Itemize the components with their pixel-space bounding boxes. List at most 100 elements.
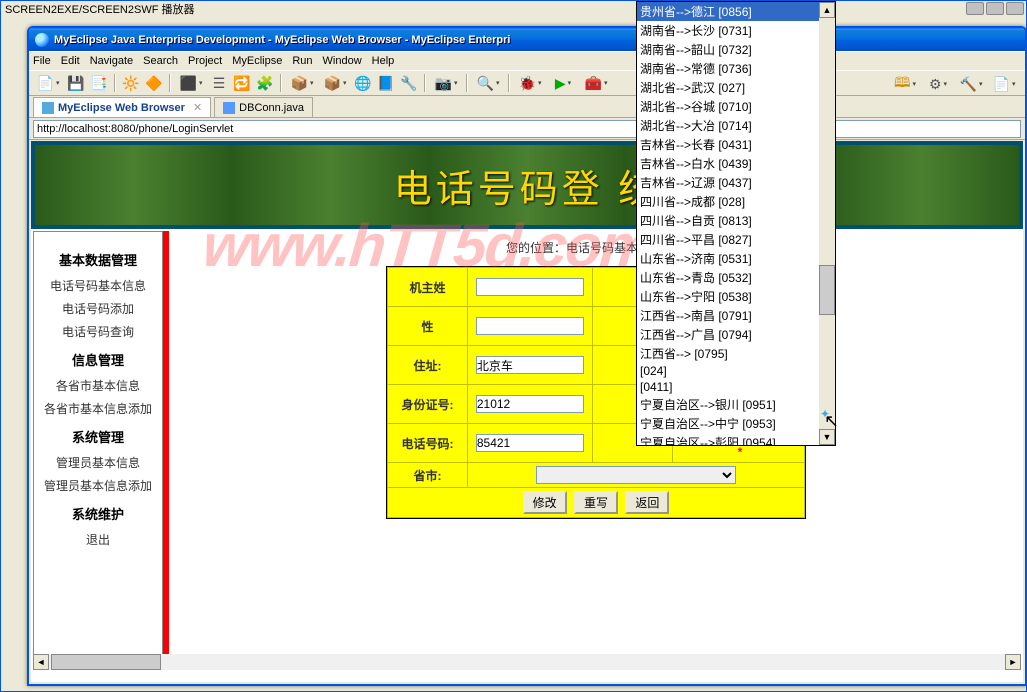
inner-titlebar[interactable]: MyEclipse Java Enterprise Development - …: [29, 28, 1025, 51]
dropdown-option[interactable]: [024]: [637, 363, 819, 379]
config-button[interactable]: ⚙: [923, 74, 953, 94]
dropdown-option[interactable]: 吉林省-->辽源 [0437]: [637, 173, 819, 192]
dropdown-option[interactable]: 山东省-->宁阳 [0538]: [637, 287, 819, 306]
dropdown-option[interactable]: 四川省-->成都 [028]: [637, 192, 819, 211]
reset-button[interactable]: 重写: [574, 491, 618, 514]
dropdown-option[interactable]: 江西省-->广昌 [0794]: [637, 325, 819, 344]
sidebar-item-province-add[interactable]: 各省市基本信息添加: [34, 400, 162, 417]
inner-window-title: MyEclipse Java Enterprise Development - …: [54, 34, 510, 46]
dropdown-option[interactable]: 湖南省-->长沙 [0731]: [637, 21, 819, 40]
horizontal-scrollbar[interactable]: ◄ ►: [33, 654, 1021, 670]
scroll-thumb[interactable]: [819, 265, 835, 315]
dropdown-option[interactable]: [0411]: [637, 379, 819, 395]
dropdown-option[interactable]: 山东省-->济南 [0531]: [637, 249, 819, 268]
sidebar-item-logout[interactable]: 退出: [34, 531, 162, 548]
back-button[interactable]: 返回: [625, 491, 669, 514]
scroll-down-icon[interactable]: ▼: [819, 429, 835, 445]
address-input[interactable]: [33, 120, 1021, 138]
label-phone: 电话号码:: [388, 424, 468, 463]
outline-button[interactable]: 📄: [989, 74, 1019, 94]
tool-btn-5[interactable]: 🔁: [232, 73, 252, 93]
sidebar-item-phone-query[interactable]: 电话号码查询: [34, 323, 162, 340]
save-button[interactable]: 💾: [66, 73, 86, 93]
menu-window[interactable]: Window: [323, 55, 362, 67]
menu-project[interactable]: Project: [188, 55, 222, 67]
dropdown-option[interactable]: 山东省-->青岛 [0532]: [637, 268, 819, 287]
menu-help[interactable]: Help: [372, 55, 395, 67]
input-gender[interactable]: [476, 317, 584, 335]
menu-search[interactable]: Search: [143, 55, 178, 67]
dropdown-option[interactable]: 江西省-->南昌 [0791]: [637, 306, 819, 325]
sidebar-item-phone-add[interactable]: 电话号码添加: [34, 300, 162, 317]
dropdown-option[interactable]: 湖北省-->大冶 [0714]: [637, 116, 819, 135]
tool-btn-4[interactable]: ☰: [209, 73, 229, 93]
dropdown-option[interactable]: 四川省-->自贡 [0813]: [637, 211, 819, 230]
tab-browser[interactable]: MyEclipse Web Browser ✕: [33, 97, 211, 117]
close-icon[interactable]: ✕: [193, 101, 202, 114]
input-address[interactable]: [476, 356, 584, 374]
dropdown-list[interactable]: 贵州省-->德江 [0856]湖南省-->长沙 [0731]湖南省-->韶山 […: [637, 2, 819, 445]
menu-edit[interactable]: Edit: [61, 55, 80, 67]
scroll-up-icon[interactable]: ▲: [819, 2, 835, 18]
input-idcard[interactable]: [476, 395, 584, 413]
tool-btn-6[interactable]: 🧩: [255, 73, 275, 93]
java-icon: [223, 102, 235, 114]
scroll-thumb[interactable]: [51, 654, 161, 670]
tool-btn-1[interactable]: 🔆: [121, 73, 141, 93]
input-owner[interactable]: [476, 278, 584, 296]
sidebar-item-phone-info[interactable]: 电话号码基本信息: [34, 277, 162, 294]
dropdown-option[interactable]: 湖北省-->谷城 [0710]: [637, 97, 819, 116]
dropdown-option[interactable]: 宁夏自治区-->彭阳 [0954]: [637, 433, 819, 446]
select-province[interactable]: [536, 466, 736, 484]
sidebar-item-province-info[interactable]: 各省市基本信息: [34, 377, 162, 394]
sidebar-item-admin-add[interactable]: 管理员基本信息添加: [34, 477, 162, 494]
tool-btn-10[interactable]: 📘: [376, 73, 396, 93]
tool-btn-8[interactable]: 📦: [320, 73, 350, 93]
separator: [508, 74, 510, 92]
tool-btn-9[interactable]: 🌐: [353, 73, 373, 93]
new-button[interactable]: 📄: [33, 73, 63, 93]
dropdown-option[interactable]: 江西省--> [0795]: [637, 344, 819, 363]
tool-btn-11[interactable]: 🔧: [399, 73, 419, 93]
dropdown-option[interactable]: 吉林省-->长春 [0431]: [637, 135, 819, 154]
menu-bar: File Edit Navigate Search Project MyEcli…: [29, 51, 1025, 70]
left-sidebar: 基本数据管理 电话号码基本信息 电话号码添加 电话号码查询 信息管理 各省市基本…: [33, 231, 163, 660]
tool-btn-13[interactable]: 🔍: [473, 73, 503, 93]
saveall-button[interactable]: 📑: [89, 73, 109, 93]
tab-dbconn[interactable]: DBConn.java: [214, 97, 313, 117]
scroll-right-icon[interactable]: ►: [1005, 654, 1021, 670]
dropdown-option[interactable]: 吉林省-->白水 [0439]: [637, 154, 819, 173]
dropdown-option[interactable]: 宁夏自治区-->银川 [0951]: [637, 395, 819, 414]
dropdown-option[interactable]: 贵州省-->德江 [0856]: [637, 2, 819, 21]
sidebar-item-admin-info[interactable]: 管理员基本信息: [34, 454, 162, 471]
menu-navigate[interactable]: Navigate: [90, 55, 133, 67]
scroll-left-icon[interactable]: ◄: [33, 654, 49, 670]
history-button[interactable]: 🕮: [890, 74, 920, 94]
maximize-icon[interactable]: [986, 2, 1004, 15]
minimize-icon[interactable]: [966, 2, 984, 15]
close-icon[interactable]: [1006, 2, 1024, 15]
scroll-track[interactable]: [49, 654, 1005, 670]
tab-dbconn-label: DBConn.java: [239, 102, 304, 114]
dropdown-option[interactable]: 四川省-->平昌 [0827]: [637, 230, 819, 249]
scroll-track[interactable]: [819, 18, 835, 429]
run-button[interactable]: ▶: [548, 73, 578, 93]
tool-btn-ext[interactable]: 🧰: [581, 73, 611, 93]
province-dropdown[interactable]: 贵州省-->德江 [0856]湖南省-->长沙 [0731]湖南省-->韶山 […: [636, 1, 836, 446]
menu-myeclipse[interactable]: MyEclipse: [232, 55, 282, 67]
hammer-button[interactable]: 🔨: [956, 74, 986, 94]
debug-button[interactable]: 🐞: [515, 73, 545, 93]
modify-button[interactable]: 修改: [523, 491, 567, 514]
input-phone[interactable]: [476, 434, 584, 452]
dropdown-option[interactable]: 湖南省-->韶山 [0732]: [637, 40, 819, 59]
dropdown-option[interactable]: 宁夏自治区-->中宁 [0953]: [637, 414, 819, 433]
tool-btn-7[interactable]: 📦: [287, 73, 317, 93]
tool-btn-2[interactable]: 🔶: [144, 73, 164, 93]
dropdown-option[interactable]: 湖北省-->武汉 [027]: [637, 78, 819, 97]
menu-run[interactable]: Run: [292, 55, 312, 67]
tool-btn-12[interactable]: 📷: [431, 73, 461, 93]
dropdown-scrollbar[interactable]: ▲ ▼: [819, 2, 835, 445]
dropdown-option[interactable]: 湖南省-->常德 [0736]: [637, 59, 819, 78]
tool-btn-3[interactable]: ⬛: [176, 73, 206, 93]
menu-file[interactable]: File: [33, 55, 51, 67]
